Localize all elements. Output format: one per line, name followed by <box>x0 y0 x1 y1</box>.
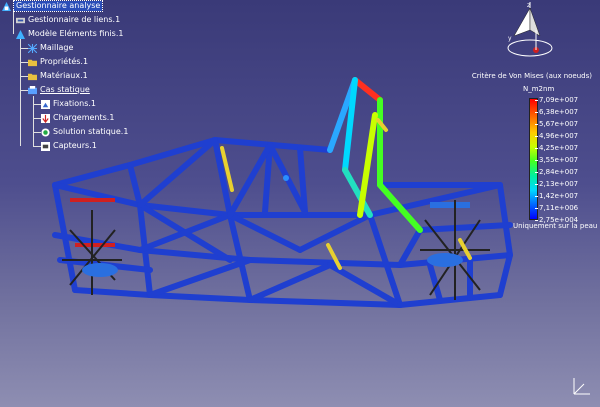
chassis-frame-model[interactable] <box>0 0 600 407</box>
rear-suspension <box>420 200 490 300</box>
analysis-viewport[interactable]: Gestionnaire analyse Gestionnaire de lie… <box>0 0 600 407</box>
node-marker <box>283 175 289 181</box>
axis-triad-icon <box>573 378 590 395</box>
frame-tubes <box>52 137 513 308</box>
